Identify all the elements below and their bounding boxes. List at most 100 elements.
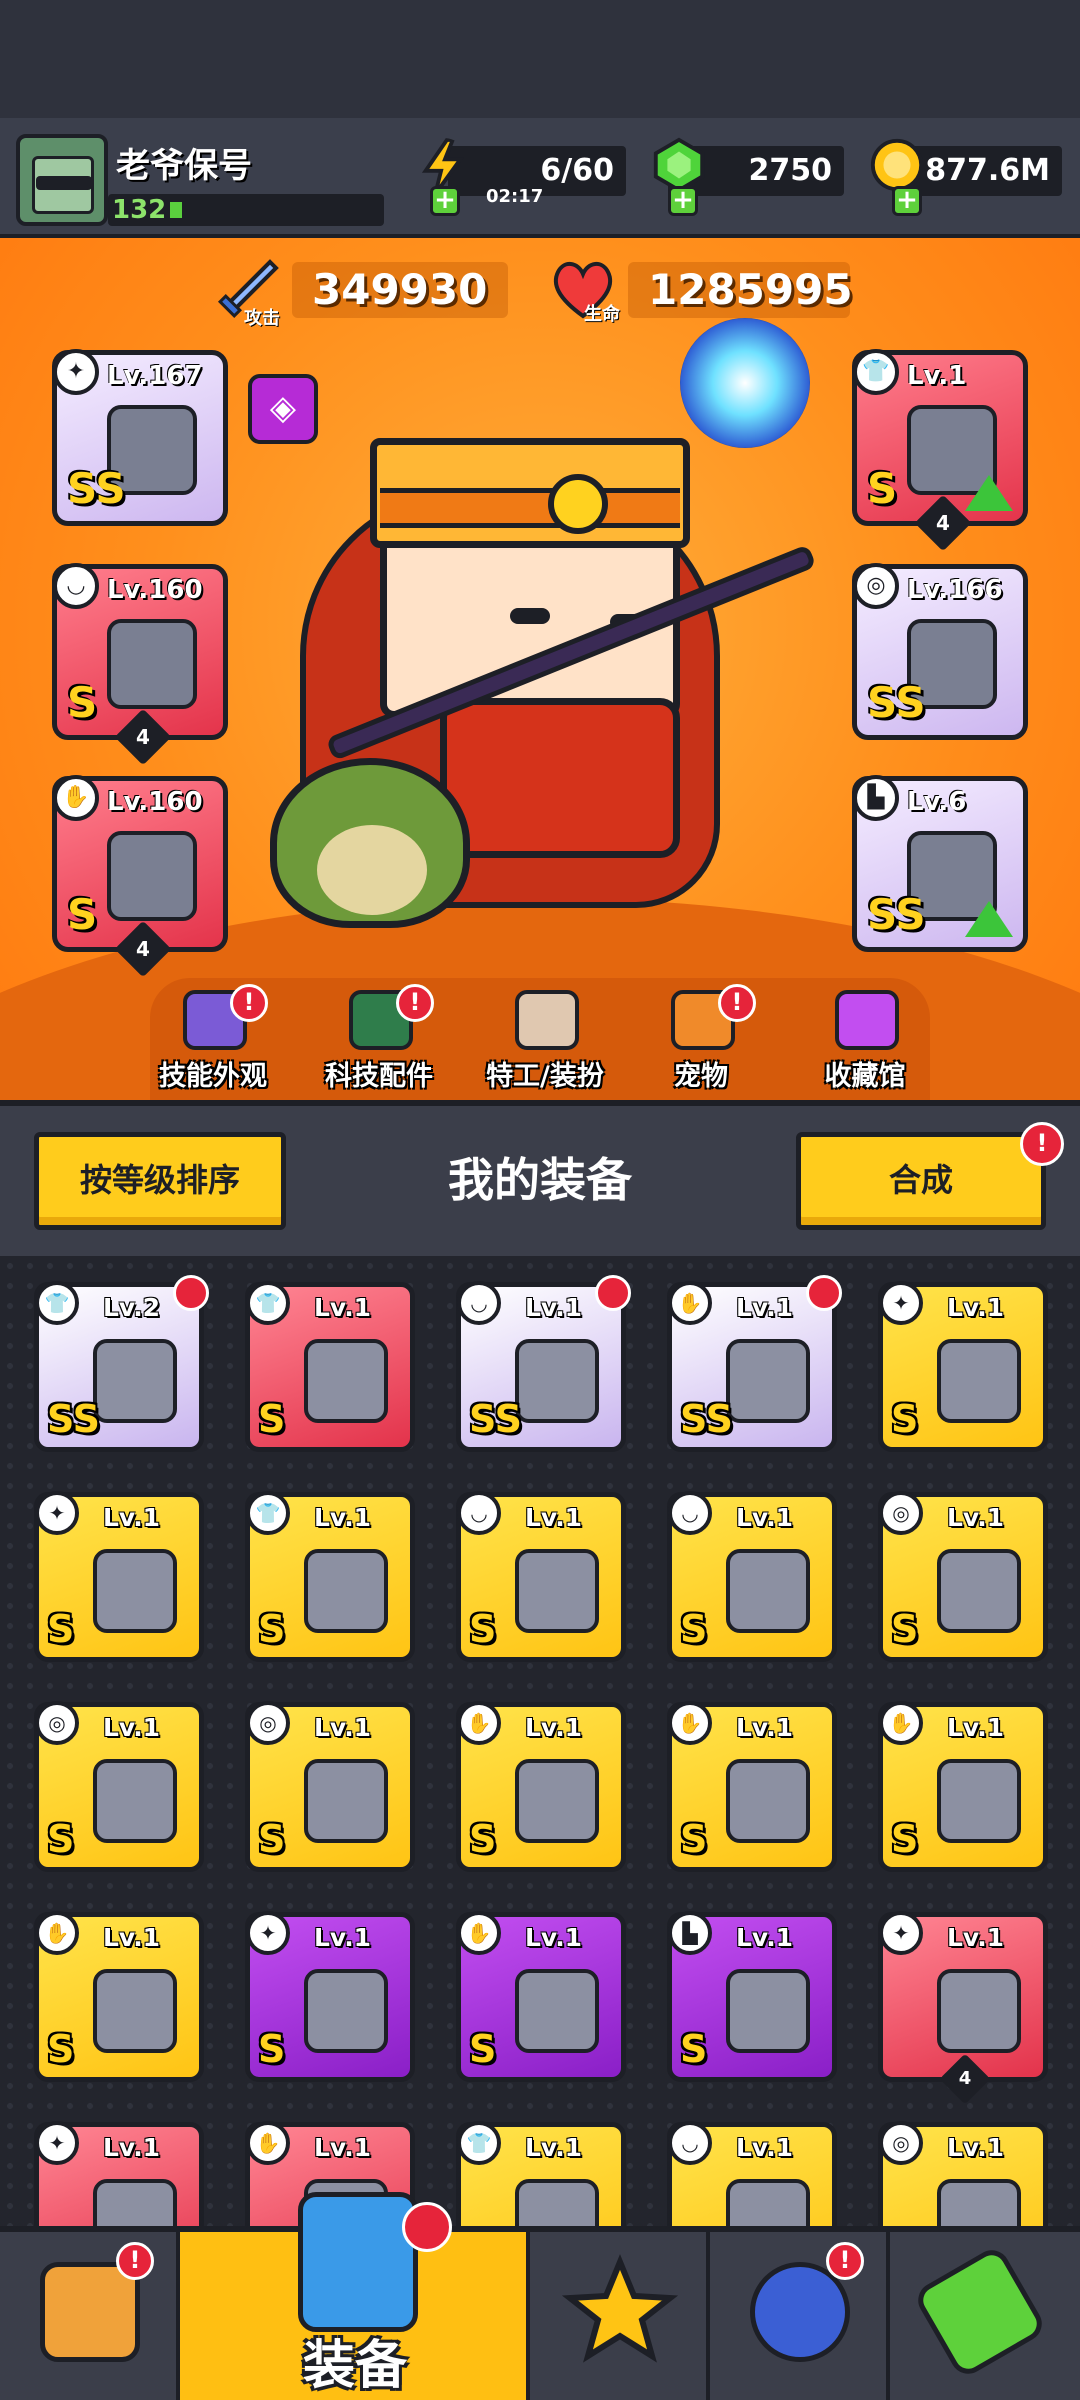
item-grade: S <box>469 2027 497 2071</box>
item-level: Lv.1 <box>525 1923 583 1952</box>
nav-tab-shop[interactable]: ! <box>0 2232 180 2400</box>
equipped-belt-slot[interactable]: ◎ Lv.166 SS <box>852 563 1028 740</box>
inventory-item[interactable]: ✦ Lv.1 S <box>34 1491 204 1662</box>
weapon-icon: ✦ <box>53 349 99 395</box>
item-art <box>726 1339 810 1423</box>
slot-grade: SS <box>867 678 926 727</box>
item-art <box>515 1969 599 2053</box>
inventory-item[interactable]: ✋ Lv.1 S <box>456 1701 626 1872</box>
player-avatar[interactable] <box>16 134 108 226</box>
chest-icon <box>835 990 899 1050</box>
merge-button[interactable]: 合成 <box>796 1132 1046 1230</box>
frog-belly <box>317 825 427 915</box>
item-grade: S <box>258 1817 286 1861</box>
player-level: 132 <box>112 195 167 225</box>
staff-orb <box>680 318 810 448</box>
skill-appearance-button[interactable]: ! 技能外观 <box>148 984 278 1100</box>
inventory-item[interactable]: ✋ Lv.1 S <box>456 1911 626 2082</box>
nav-tab-battle[interactable] <box>530 2232 710 2400</box>
upgrade-arrow-icon <box>965 901 1013 937</box>
sort-by-level-button[interactable]: 按等级排序 <box>34 1132 286 1230</box>
inventory-item[interactable]: ◎ Lv.1 S <box>34 1701 204 1872</box>
avatar-glasses <box>36 176 92 190</box>
inventory-item[interactable]: ◡ Lv.1 S <box>667 1491 837 1662</box>
item-level: Lv.1 <box>947 1713 1005 1742</box>
item-art <box>937 1549 1021 1633</box>
inventory-item[interactable]: 👕 Lv.1 S <box>245 1281 415 1452</box>
inventory-item[interactable]: ◡ Lv.1 SS <box>456 1275 631 1452</box>
hp-label: 生命 <box>584 304 620 325</box>
nav-label-equipment: 装备 <box>302 2336 407 2396</box>
item-art <box>304 1549 388 1633</box>
add-gems-button[interactable]: + <box>668 186 698 216</box>
slot-level: Lv.1 <box>907 361 967 391</box>
frog-pet <box>270 758 470 928</box>
add-gold-button[interactable]: + <box>892 186 922 216</box>
belt-icon: ◎ <box>879 2121 923 2165</box>
menu-label: 特工/装扮 <box>486 1061 604 1092</box>
inventory-item[interactable]: ◡ Lv.1 S <box>456 1491 626 1662</box>
item-art <box>93 1969 177 2053</box>
tech-parts-button[interactable]: ! 科技配件 <box>314 984 444 1100</box>
armor-icon: 👕 <box>246 1281 290 1325</box>
item-level: Lv.1 <box>314 1713 372 1742</box>
alert-badge: ! <box>230 984 268 1022</box>
inventory-item[interactable]: ◎ Lv.1 S <box>878 1491 1048 1662</box>
nav-tab-equipment[interactable]: 装备 <box>180 2192 530 2400</box>
inventory-item[interactable]: ✋ Lv.1 SS <box>667 1275 842 1452</box>
slot-grade: SS <box>67 464 126 513</box>
add-energy-button[interactable]: + <box>430 186 460 216</box>
inventory-item[interactable]: ✦ Lv.1 <box>34 2121 204 2226</box>
item-level: Lv.1 <box>525 1503 583 1532</box>
collection-button[interactable]: 收藏馆 <box>800 990 930 1100</box>
item-level: Lv.1 <box>947 1923 1005 1952</box>
equipped-armor-slot[interactable]: 👕 Lv.1 S 4 <box>852 349 1028 552</box>
inventory-item[interactable]: 👕 Lv.1 S <box>245 1491 415 1662</box>
level-progress-fill <box>170 202 182 218</box>
inventory-item[interactable]: ✦ Lv.1 4 <box>878 1911 1048 2105</box>
equipped-necklace-slot[interactable]: ◡ Lv.160 S 4 <box>52 563 228 766</box>
agent-costume-button[interactable]: 特工/装扮 <box>480 990 610 1100</box>
inventory-item[interactable]: ✋ Lv.1 S <box>667 1701 837 1872</box>
item-art <box>304 1969 388 2053</box>
inventory-item[interactable]: ◡ Lv.1 <box>667 2121 837 2226</box>
lab-icon <box>911 2243 1049 2381</box>
battle-icon <box>561 2254 679 2363</box>
inventory-item[interactable]: ◎ Lv.1 S <box>245 1701 415 1872</box>
equipped-weapon-slot[interactable]: ✦ Lv.167 SS <box>52 349 228 526</box>
necklace-icon: ◡ <box>53 563 99 609</box>
item-art <box>726 1969 810 2053</box>
item-level: Lv.1 <box>947 1293 1005 1322</box>
weapon-icon: ✦ <box>35 1491 79 1535</box>
inventory-item[interactable]: ✋ Lv.1 S <box>878 1701 1048 1872</box>
nav-tab-world[interactable]: ! <box>710 2232 890 2400</box>
equipped-boots-slot[interactable]: ▙ Lv.6 SS <box>852 775 1028 952</box>
inventory-item[interactable]: 👕 Lv.2 SS <box>34 1275 209 1452</box>
item-grade: S <box>891 1817 919 1861</box>
upgrade-arrow-icon <box>965 475 1013 511</box>
inventory-item[interactable]: ▙ Lv.1 S <box>667 1911 837 2082</box>
inventory-item[interactable]: ✋ Lv.1 S <box>34 1911 204 2082</box>
pet-button[interactable]: ! 宠物 <box>636 984 766 1100</box>
item-art <box>515 1339 599 1423</box>
hero-hat-gem <box>548 474 608 534</box>
bottom-nav: ! 装备 ! <box>0 2192 1080 2400</box>
item-grade: S <box>258 1397 286 1441</box>
item-grade: S <box>891 1607 919 1651</box>
nav-tab-lab[interactable] <box>890 2232 1080 2400</box>
boots-icon: ▙ <box>668 1911 712 1955</box>
inventory-item[interactable]: ✦ Lv.1 S <box>245 1911 415 2082</box>
item-grade: S <box>258 2027 286 2071</box>
socket-gem-button[interactable]: ◈ <box>248 374 318 444</box>
inventory-item[interactable]: ✦ Lv.1 S <box>878 1281 1048 1452</box>
inventory-item[interactable]: 👕 Lv.1 <box>456 2121 626 2226</box>
inventory-item[interactable]: ◎ Lv.1 <box>878 2121 1048 2226</box>
glove-icon: ✋ <box>35 1911 79 1955</box>
new-item-badge <box>595 1275 631 1311</box>
item-grade: S <box>469 1607 497 1651</box>
belt-icon: ◎ <box>879 1491 923 1535</box>
equipped-glove-slot[interactable]: ✋ Lv.160 S 4 <box>52 775 228 978</box>
item-art <box>937 1969 1021 2053</box>
hero-panel: 攻击 349930 生命 1285995 ✦ Lv.167 SS ◈ ◡ Lv.… <box>0 238 1080 1100</box>
item-level: Lv.1 <box>736 2133 794 2162</box>
